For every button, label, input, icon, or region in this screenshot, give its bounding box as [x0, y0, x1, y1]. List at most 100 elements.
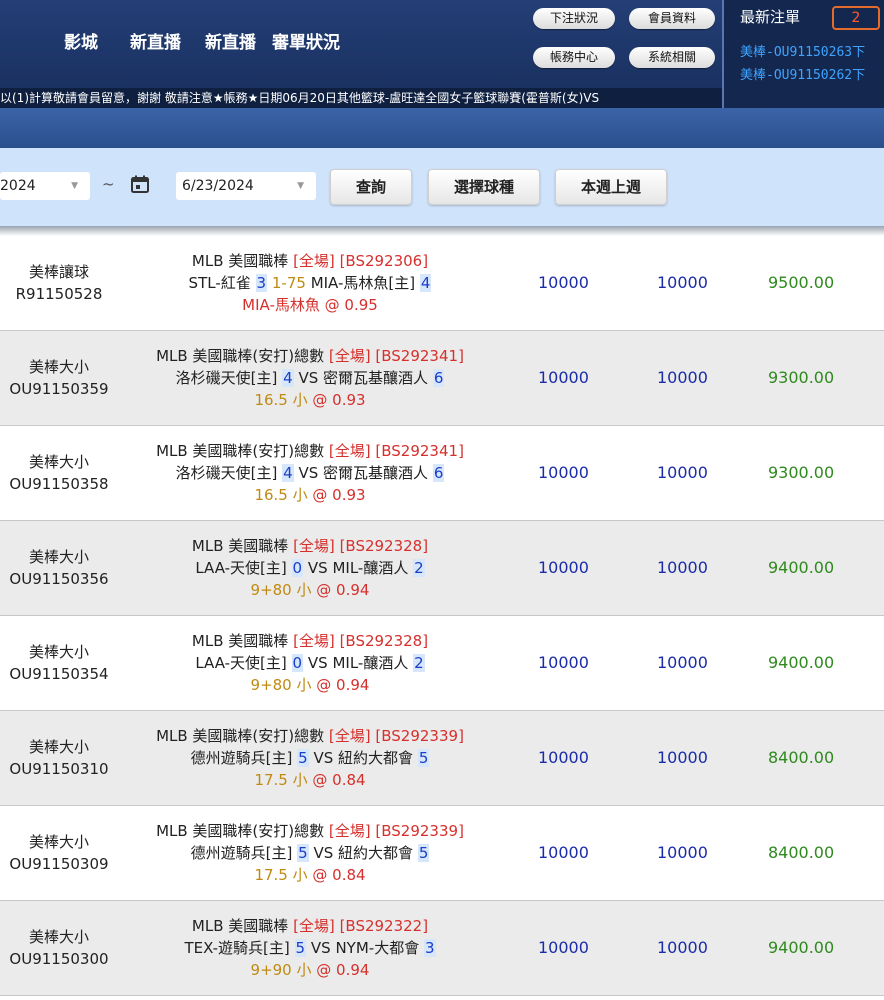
latest-bet-link-1[interactable]: 美棒-OU91150263下 — [740, 41, 865, 60]
handicap-or-vs: VS — [298, 464, 319, 482]
table-row[interactable]: 美棒大小 OU91150300 MLB 美國職棒 [全場] [BS292322] TE… — [0, 901, 884, 996]
market-label: [全場] — [293, 632, 335, 650]
bet-detail-cell: MLB 美國職棒(安打)總數 [全場] [BS292339] 德州遊騎兵[主] 5… — [130, 806, 490, 900]
bet-odds: @ 0.93 — [312, 391, 366, 409]
win-amount: 9300.00 — [768, 368, 835, 387]
bet-type-cell: 美棒大小 OU91150359 — [0, 331, 118, 425]
away-team: MIL-釀酒人 — [332, 559, 409, 577]
system-button[interactable]: 系統相關 — [629, 47, 715, 68]
bet-odds: @ 0.84 — [312, 866, 366, 884]
select-sport-button[interactable]: 選擇球種 — [428, 169, 540, 205]
league-line: MLB 美國職棒 [全場] [BS292328] — [192, 535, 428, 557]
table-row[interactable]: 美棒大小 OU91150358 MLB 美國職棒(安打)總數 [全場] [BS292… — [0, 426, 884, 521]
league-name: MLB 美國職棒 — [191, 917, 289, 935]
handicap-or-vs: VS — [298, 369, 319, 387]
bet-detail-cell: MLB 美國職棒(安打)總數 [全場] [BS292341] 洛杉磯天使[主] 4… — [130, 426, 490, 520]
table-row[interactable]: 美棒大小 OU91150354 MLB 美國職棒 [全場] [BS292328] LA… — [0, 616, 884, 711]
market-label: [全場] — [328, 822, 371, 840]
latest-bet-link-2[interactable]: 美棒-OU91150262下 — [740, 64, 865, 83]
win-amount: 9400.00 — [768, 938, 835, 957]
nav-review-status[interactable]: 審單狀況 — [272, 28, 340, 53]
valid-amount: 10000 — [657, 653, 708, 672]
bet-type-cell: 美棒大小 OU91150354 — [0, 616, 118, 710]
handicap-or-vs: VS — [307, 559, 328, 577]
bet-odds: @ 0.94 — [316, 581, 370, 599]
bet-amount: 10000 — [538, 653, 589, 672]
pick-line: 9+90 小 @ 0.94 — [251, 959, 370, 981]
table-row[interactable]: 美棒大小 OU91150359 MLB 美國職棒(安打)總數 [全場] [BS292… — [0, 331, 884, 426]
away-team: MIA-馬林魚[主] — [310, 274, 416, 292]
away-team: 紐約大都會 — [338, 844, 414, 862]
query-button[interactable]: 查詢 — [330, 169, 412, 205]
bet-detail-cell: MLB 美國職棒 [全場] [BS292322] TEX-遊騎兵[主] 5 VS … — [130, 901, 490, 995]
away-team: 紐約大都會 — [338, 749, 414, 767]
bet-id: OU91150300 — [9, 950, 109, 968]
home-score: 3 — [255, 274, 268, 292]
teams-line: 洛杉磯天使[主] 4 VS 密爾瓦基釀酒人 6 — [176, 367, 445, 389]
bet-pick: 16.5 小 — [254, 391, 308, 409]
table-row[interactable]: 美棒讓球 R91150528 MLB 美國職棒 [全場] [BS292306] STL… — [0, 236, 884, 331]
chevron-down-icon: ▼ — [297, 181, 304, 191]
match-code: [BS292328] — [339, 632, 429, 650]
handicap-or-vs: VS — [313, 844, 334, 862]
league-line: MLB 美國職棒 [全場] [BS292306] — [192, 250, 428, 272]
calendar-icon[interactable] — [131, 175, 149, 193]
league-name: MLB 美國職棒(安打)總數 — [156, 727, 325, 745]
win-amount: 9400.00 — [768, 558, 835, 577]
home-score: 0 — [291, 654, 304, 672]
latest-bets-panel: 最新注單 2 美棒-OU91150263下 美棒-OU91150262下 — [722, 0, 884, 108]
bet-amount: 10000 — [538, 463, 589, 482]
bet-type: 美棒大小 — [28, 643, 89, 661]
bet-pick: 17.5 小 — [254, 771, 308, 789]
home-team: 洛杉磯天使[主] — [175, 464, 278, 482]
bet-detail-cell: MLB 美國職棒 [全場] [BS292306] STL-紅雀 3 1-75 MI… — [130, 236, 490, 330]
bet-status-button[interactable]: 下注狀況 — [533, 8, 615, 29]
bet-detail-cell: MLB 美國職棒(安打)總數 [全場] [BS292341] 洛杉磯天使[主] 4… — [130, 331, 490, 425]
home-team: 德州遊騎兵[主] — [190, 844, 293, 862]
bet-pick: 9+80 小 — [250, 676, 312, 694]
pick-line: 9+80 小 @ 0.94 — [251, 674, 370, 696]
table-row[interactable]: 美棒大小 OU91150309 MLB 美國職棒(安打)總數 [全場] [BS292… — [0, 806, 884, 901]
home-score: 5 — [294, 939, 307, 957]
market-label: [全場] — [328, 442, 371, 460]
valid-amount: 10000 — [657, 463, 708, 482]
home-team: 德州遊騎兵[主] — [190, 749, 293, 767]
bet-type: 美棒大小 — [28, 833, 89, 851]
end-date-select[interactable]: 6/23/2024 ▼ — [176, 172, 316, 200]
win-amount: 9400.00 — [768, 653, 835, 672]
league-name: MLB 美國職棒(安打)總數 — [156, 347, 325, 365]
table-row[interactable]: 美棒大小 OU91150356 MLB 美國職棒 [全場] [BS292328] LA… — [0, 521, 884, 616]
accounts-center-button[interactable]: 帳務中心 — [533, 47, 615, 68]
match-code: [BS292339] — [375, 727, 464, 745]
market-label: [全場] — [328, 347, 371, 365]
start-date-select[interactable]: 2024 ▼ — [0, 172, 90, 200]
away-score: 6 — [432, 369, 445, 387]
valid-amount: 10000 — [657, 843, 708, 862]
table-row[interactable]: 美棒大小 OU91150310 MLB 美國職棒(安打)總數 [全場] [BS292… — [0, 711, 884, 806]
valid-amount: 10000 — [657, 368, 708, 387]
home-score: 5 — [297, 749, 309, 767]
bet-pick: 9+80 小 — [250, 581, 312, 599]
nav-cinema[interactable]: 影城 — [64, 28, 98, 53]
handicap-or-vs: VS — [307, 654, 328, 672]
away-score: 3 — [423, 939, 436, 957]
bet-history-table: 美棒讓球 R91150528 MLB 美國職棒 [全場] [BS292306] STL… — [0, 236, 884, 996]
win-amount: 9300.00 — [768, 463, 835, 482]
league-name: MLB 美國職棒(安打)總數 — [156, 442, 325, 460]
away-score: 5 — [417, 749, 430, 767]
this-last-week-button[interactable]: 本週上週 — [555, 169, 667, 205]
bet-detail-cell: MLB 美國職棒 [全場] [BS292328] LAA-天使[主] 0 VS M… — [130, 521, 490, 615]
nav-live-2[interactable]: 新直播 — [205, 28, 256, 53]
bet-type-cell: 美棒大小 OU91150309 — [0, 806, 118, 900]
match-code: [BS292306] — [339, 252, 429, 270]
teams-line: STL-紅雀 3 1-75 MIA-馬林魚[主] 4 — [189, 272, 432, 294]
market-label: [全場] — [293, 252, 335, 270]
bet-detail-cell: MLB 美國職棒(安打)總數 [全場] [BS292339] 德州遊騎兵[主] 5… — [130, 711, 490, 805]
league-line: MLB 美國職棒 [全場] [BS292328] — [192, 630, 428, 652]
nav-live-1[interactable]: 新直播 — [130, 28, 181, 53]
date-filter-bar: 2024 ▼ ~ 6/23/2024 ▼ 查詢 選擇球種 本週上週 — [0, 148, 884, 226]
pick-line: MIA-馬林魚 @ 0.95 — [242, 294, 378, 316]
latest-bets-title: 最新注單 — [740, 8, 801, 26]
home-team: LAA-天使[主] — [195, 654, 287, 672]
member-info-button[interactable]: 會員資料 — [629, 8, 715, 29]
